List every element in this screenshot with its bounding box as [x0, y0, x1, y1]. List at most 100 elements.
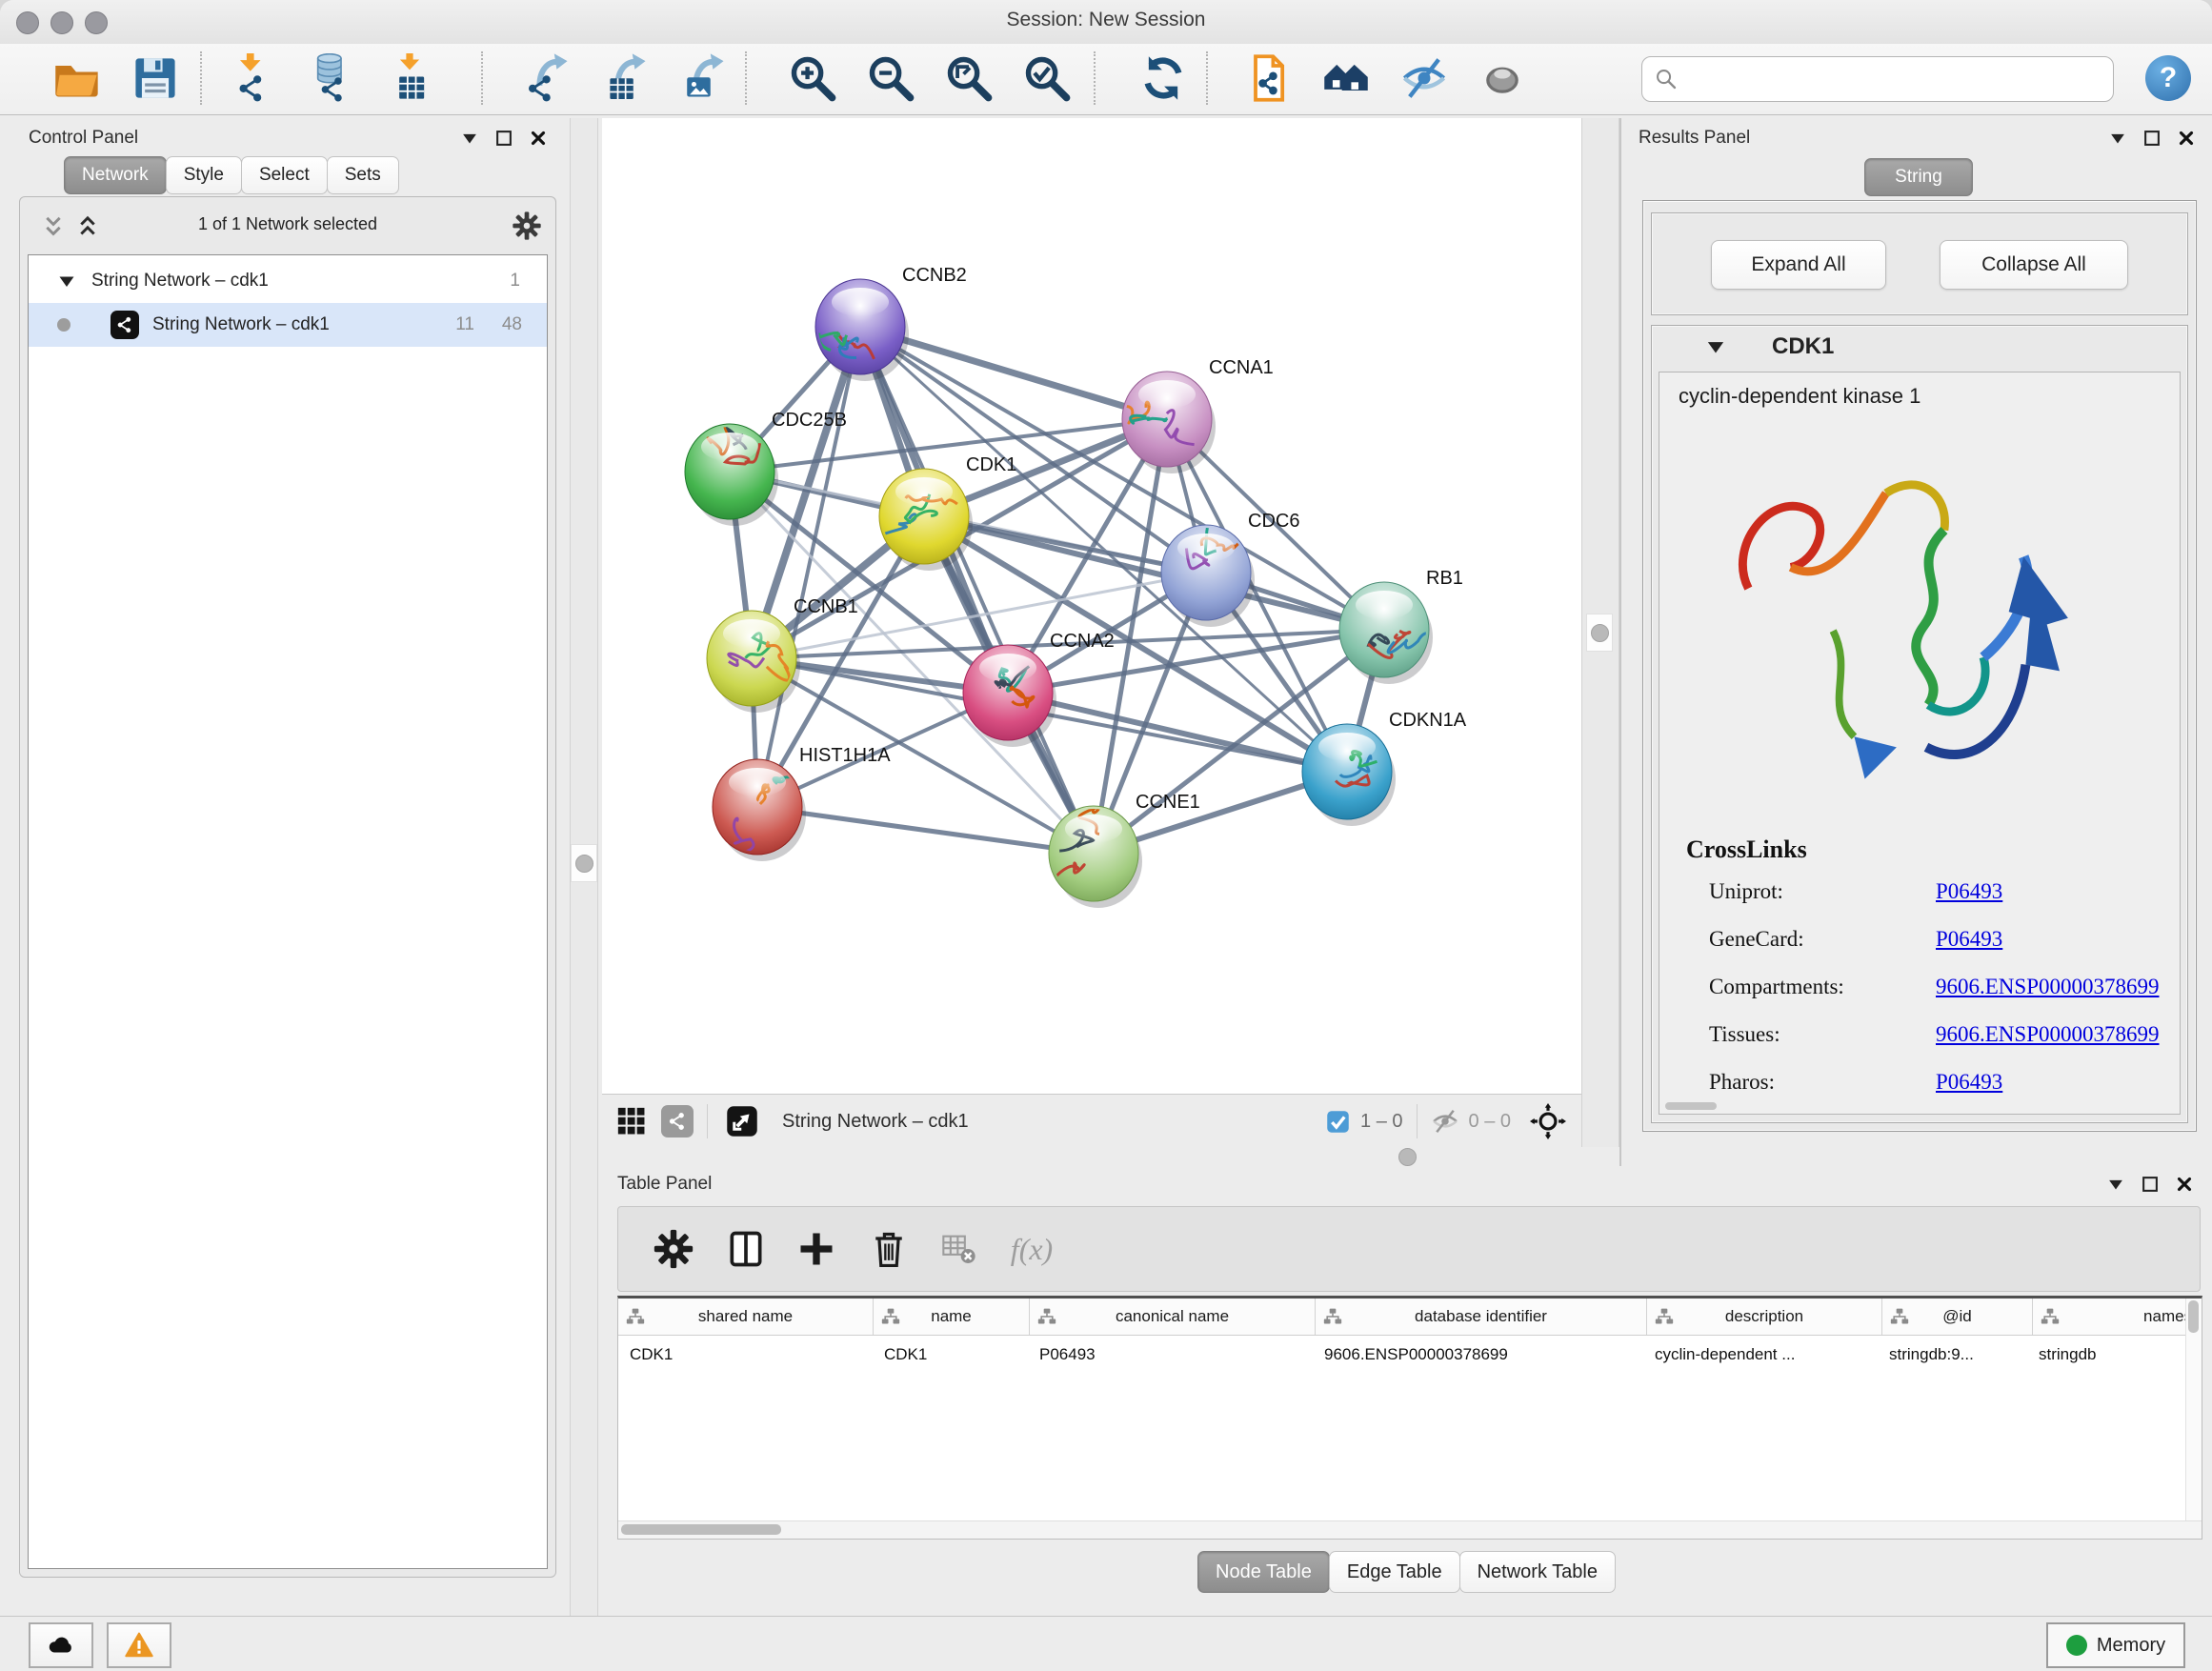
- birds-eye-view-icon[interactable]: [615, 1105, 648, 1137]
- results-hscroll-thumb[interactable]: [1665, 1102, 1717, 1110]
- collapse-all-button[interactable]: Collapse All: [1940, 240, 2128, 290]
- memory-button[interactable]: Memory: [2046, 1622, 2185, 1668]
- selected-checkbox-icon[interactable]: [1325, 1109, 1351, 1135]
- float-panel-icon[interactable]: [2142, 128, 2162, 149]
- node-CDC6[interactable]: [1161, 503, 1255, 627]
- toolbar-button-zoom-out[interactable]: [859, 48, 922, 109]
- edge-HIST1H1A-CCNE1[interactable]: [757, 807, 1094, 854]
- edge-CCNB2-HIST1H1A[interactable]: [757, 327, 860, 807]
- delete-column-trash-icon[interactable]: [860, 1220, 917, 1278]
- table-cell[interactable]: cyclin-dependent ...: [1643, 1336, 1878, 1374]
- table-vertical-scrollbar[interactable]: [2185, 1299, 2202, 1539]
- toolbar-button-open-file[interactable]: [46, 48, 109, 109]
- float-panel-icon[interactable]: [2140, 1174, 2161, 1195]
- open-in-window-icon[interactable]: [725, 1104, 759, 1138]
- column-header-namespace[interactable]: namespace: [2033, 1299, 2202, 1335]
- crosslink-value-link[interactable]: 9606.ENSP00000378699: [1936, 1022, 2160, 1047]
- table-settings-gear-icon[interactable]: [645, 1220, 702, 1278]
- tab-network-table[interactable]: Network Table: [1459, 1551, 1616, 1593]
- tab-style[interactable]: Style: [166, 156, 242, 194]
- network-collection-row[interactable]: String Network – cdk1 1: [29, 259, 547, 303]
- toolbar-button-save-session[interactable]: [124, 48, 187, 109]
- table-horizontal-scrollbar[interactable]: [618, 1520, 2202, 1539]
- toolbar-button-import-table[interactable]: [378, 48, 441, 109]
- node-CCNB2[interactable]: [815, 279, 909, 381]
- table-cell[interactable]: P06493: [1028, 1336, 1313, 1374]
- expand-all-button[interactable]: Expand All: [1711, 240, 1886, 290]
- table-cell[interactable]: CDK1: [873, 1336, 1028, 1374]
- toolbar-button-hide-panel[interactable]: [1393, 48, 1456, 109]
- collection-expand-icon[interactable]: [55, 270, 78, 292]
- tab-node-table[interactable]: Node Table: [1197, 1551, 1330, 1593]
- node-HIST1H1A[interactable]: [713, 759, 806, 861]
- collapse-panel-icon[interactable]: [459, 128, 480, 149]
- edge-CCNA2-CDKN1A[interactable]: [1008, 693, 1347, 772]
- hidden-eye-slash-icon[interactable]: [1431, 1107, 1459, 1136]
- table-row[interactable]: CDK1CDK1P064939606.ENSP00000378699cyclin…: [618, 1336, 2202, 1374]
- crosslink-value-link[interactable]: P06493: [1936, 1070, 2002, 1095]
- search-input[interactable]: [1686, 60, 2113, 98]
- node-CCNA1[interactable]: [1110, 372, 1216, 473]
- column-header-canonical-name[interactable]: canonical name: [1030, 1299, 1316, 1335]
- tab-sets[interactable]: Sets: [327, 156, 399, 194]
- show-columns-icon[interactable]: [717, 1220, 774, 1278]
- network-canvas[interactable]: CCNB2CCNA1CDC25BCDK1CDC6RB1CCNB1CCNA2CDK…: [602, 118, 1581, 1094]
- cloud-status-button[interactable]: [29, 1622, 93, 1668]
- table-cell[interactable]: stringdb:9...: [1878, 1336, 2027, 1374]
- tab-string[interactable]: String: [1864, 158, 1973, 196]
- crosslink-value-link[interactable]: 9606.ENSP00000378699: [1936, 975, 2160, 999]
- collapse-panel-icon[interactable]: [2105, 1174, 2126, 1195]
- column-header--id[interactable]: @id: [1882, 1299, 2033, 1335]
- splitter-knob[interactable]: [1398, 1148, 1417, 1166]
- toolbar-button-import-network[interactable]: [222, 48, 285, 109]
- toolbar-button-export-table[interactable]: [595, 48, 658, 109]
- table-cell[interactable]: CDK1: [618, 1336, 873, 1374]
- warnings-button[interactable]: [107, 1622, 171, 1668]
- help-button[interactable]: ?: [2145, 55, 2191, 101]
- crosslink-value-link[interactable]: P06493: [1936, 879, 2002, 904]
- splitter-knob[interactable]: [575, 855, 593, 873]
- node-CDKN1A[interactable]: [1302, 724, 1396, 826]
- network-share-icon[interactable]: [661, 1105, 694, 1137]
- float-panel-icon[interactable]: [493, 128, 514, 149]
- crosslink-value-link[interactable]: P06493: [1936, 927, 2002, 952]
- table-cell[interactable]: 9606.ENSP00000378699: [1313, 1336, 1643, 1374]
- function-builder-icon[interactable]: f(x): [1003, 1220, 1060, 1278]
- delete-table-icon[interactable]: [931, 1220, 988, 1278]
- edge-CCNB2-CCNE1[interactable]: [860, 327, 1094, 854]
- tab-network[interactable]: Network: [64, 156, 167, 194]
- toolbar-button-import-database[interactable]: [300, 48, 363, 109]
- toolbar-button-zoom-in[interactable]: [781, 48, 844, 109]
- network-options-gear-icon[interactable]: [512, 211, 542, 241]
- node-RB1[interactable]: [1339, 582, 1436, 684]
- table-hscroll-thumb[interactable]: [621, 1524, 781, 1535]
- toolbar-button-zoom-selected[interactable]: [1016, 48, 1078, 109]
- toolbar-button-show-panel[interactable]: [1471, 48, 1534, 109]
- fit-selected-crosshair-icon[interactable]: [1530, 1103, 1566, 1139]
- toolbar-button-zoom-fit[interactable]: [937, 48, 1000, 109]
- add-column-icon[interactable]: [788, 1220, 845, 1278]
- table-cell[interactable]: stringdb: [2027, 1336, 2202, 1374]
- column-header-description[interactable]: description: [1647, 1299, 1882, 1335]
- collapse-panel-icon[interactable]: [2107, 128, 2128, 149]
- splitter-knob[interactable]: [1591, 624, 1609, 642]
- results-panel-splitter[interactable]: [1581, 118, 1619, 1147]
- column-header-name[interactable]: name: [874, 1299, 1030, 1335]
- node-CCNE1[interactable]: [1049, 790, 1142, 908]
- toolbar-button-export-image[interactable]: [674, 48, 736, 109]
- section-collapse-icon[interactable]: [1703, 334, 1728, 359]
- toolbar-button-share-document[interactable]: [1237, 48, 1299, 109]
- close-panel-icon[interactable]: [2174, 1174, 2195, 1195]
- column-header-shared-name[interactable]: shared name: [618, 1299, 874, 1335]
- toolbar-button-export-network[interactable]: [517, 48, 580, 109]
- close-panel-icon[interactable]: [528, 128, 549, 149]
- close-panel-icon[interactable]: [2176, 128, 2197, 149]
- column-header-database-identifier[interactable]: database identifier: [1316, 1299, 1647, 1335]
- node-CDK1[interactable]: [879, 469, 973, 571]
- tab-edge-table[interactable]: Edge Table: [1329, 1551, 1460, 1593]
- network-row[interactable]: String Network – cdk1 11 48: [29, 303, 547, 347]
- table-vscroll-thumb[interactable]: [2188, 1300, 2199, 1333]
- toolbar-button-home[interactable]: [1315, 48, 1377, 109]
- control-panel-splitter[interactable]: [570, 118, 598, 1616]
- toolbar-button-refresh[interactable]: [1132, 48, 1195, 109]
